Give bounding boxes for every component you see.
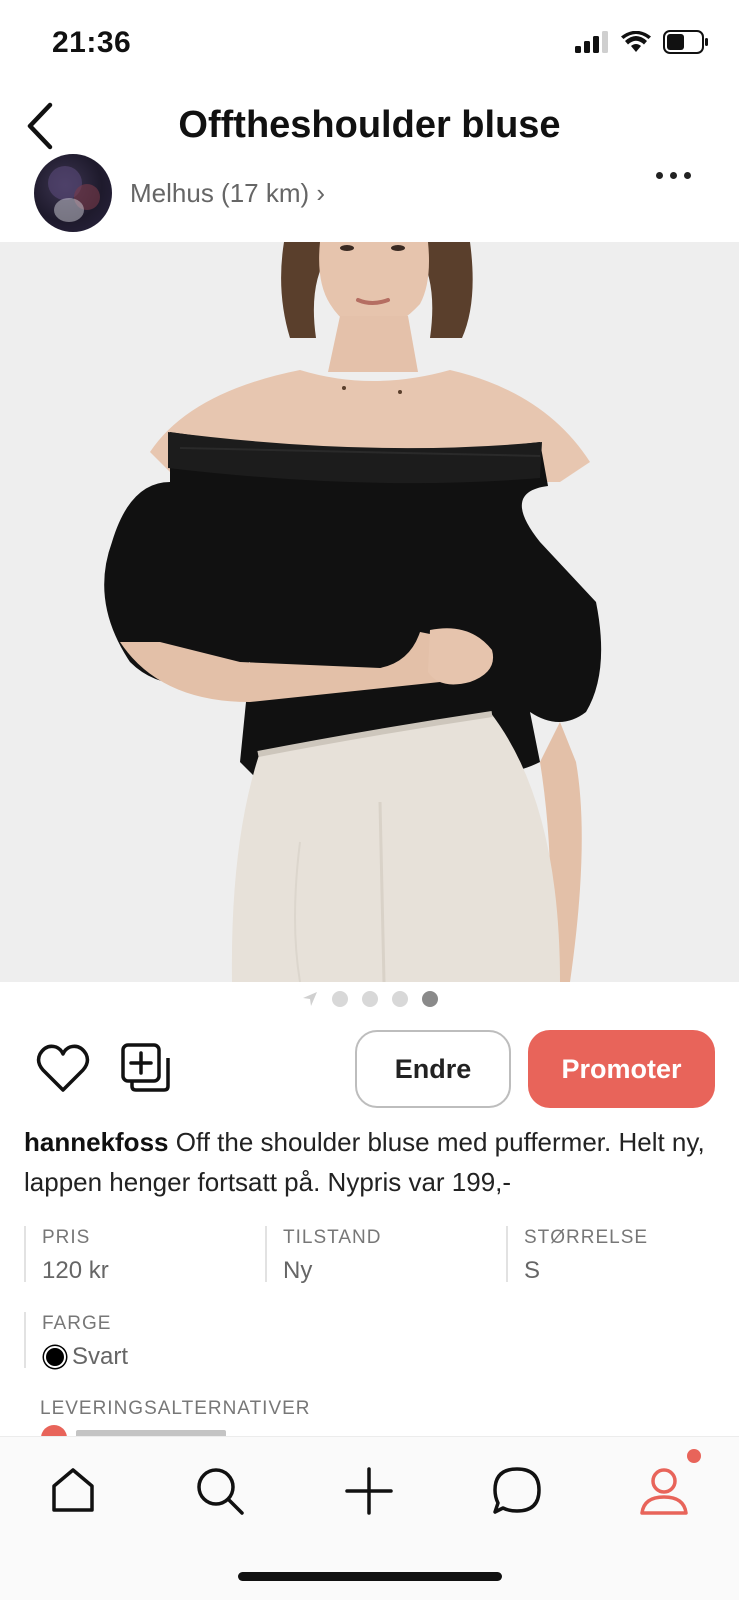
description: hannekfoss Off the shoulder bluse med pu… (24, 1122, 724, 1202)
cellular-signal-icon (575, 31, 608, 53)
add-to-collection-button[interactable] (120, 1042, 172, 1094)
edit-button[interactable]: Endre (355, 1030, 511, 1108)
carousel-indicator[interactable] (0, 988, 739, 1010)
attribute-label: PRIS (42, 1227, 91, 1248)
tab-search[interactable] (188, 1459, 252, 1523)
more-options-button[interactable] (652, 168, 695, 183)
location-arrow-icon (302, 992, 317, 1006)
attribute-condition: TILSTAND Ny (265, 1226, 382, 1284)
tab-new-listing[interactable] (337, 1459, 401, 1523)
attribute-label: TILSTAND (283, 1227, 382, 1248)
attribute-value: Ny (283, 1257, 313, 1284)
promote-button[interactable]: Promoter (528, 1030, 715, 1108)
attribute-value: Svart (42, 1340, 128, 1374)
plus-icon (345, 1467, 393, 1515)
color-swatch (44, 1346, 66, 1368)
chat-icon (493, 1467, 541, 1514)
search-icon (197, 1468, 244, 1515)
page-title: Offtheshoulder bluse (178, 104, 561, 146)
status-bar: 21:36 (0, 0, 739, 90)
attribute-label: STØRRELSE (524, 1227, 649, 1248)
seller-location[interactable]: Melhus (17 km) › (130, 178, 325, 209)
home-indicator[interactable] (238, 1572, 502, 1581)
product-image[interactable] (0, 242, 739, 982)
tab-home[interactable] (41, 1459, 105, 1523)
nav-header: Offtheshoulder bluse (0, 92, 739, 162)
carousel-dot[interactable] (391, 991, 408, 1007)
home-icon (52, 1468, 94, 1512)
notification-badge (687, 1449, 701, 1463)
status-icons (575, 30, 709, 54)
seller-username[interactable]: hannekfoss (24, 1127, 169, 1157)
carousel-dot-active[interactable] (421, 991, 438, 1007)
delivery-option-peek[interactable] (40, 1424, 300, 1436)
heart-icon (36, 1044, 90, 1092)
attribute-label: FARGE (42, 1313, 112, 1334)
color-name: Svart (72, 1343, 129, 1370)
profile-icon (640, 1468, 688, 1515)
wifi-icon (621, 31, 651, 52)
more-dot (684, 172, 691, 179)
product-photo (0, 242, 739, 982)
seller-row[interactable]: Melhus (17 km) › (0, 154, 739, 238)
more-dot (656, 172, 663, 179)
carousel-dot[interactable] (331, 991, 348, 1007)
delivery-label: LEVERINGSALTERNATIVER (40, 1398, 311, 1419)
tab-messages[interactable] (485, 1459, 549, 1523)
attribute-price: PRIS 120 kr (24, 1226, 109, 1284)
attribute-color: FARGE Svart (24, 1312, 128, 1370)
status-time: 21:36 (52, 26, 132, 59)
carousel-dot[interactable] (361, 991, 378, 1007)
add-collection-icon (121, 1043, 170, 1092)
like-button[interactable] (36, 1044, 90, 1094)
battery-icon (663, 30, 708, 54)
actions-row: Endre Promoter (0, 1030, 739, 1110)
avatar[interactable] (34, 154, 112, 232)
attribute-value: 120 kr (42, 1257, 109, 1284)
more-dot (670, 172, 677, 179)
attribute-size: STØRRELSE S (506, 1226, 649, 1284)
tab-profile[interactable] (632, 1459, 696, 1523)
delivery-option-icon (41, 1425, 226, 1436)
attribute-value: S (524, 1257, 541, 1284)
